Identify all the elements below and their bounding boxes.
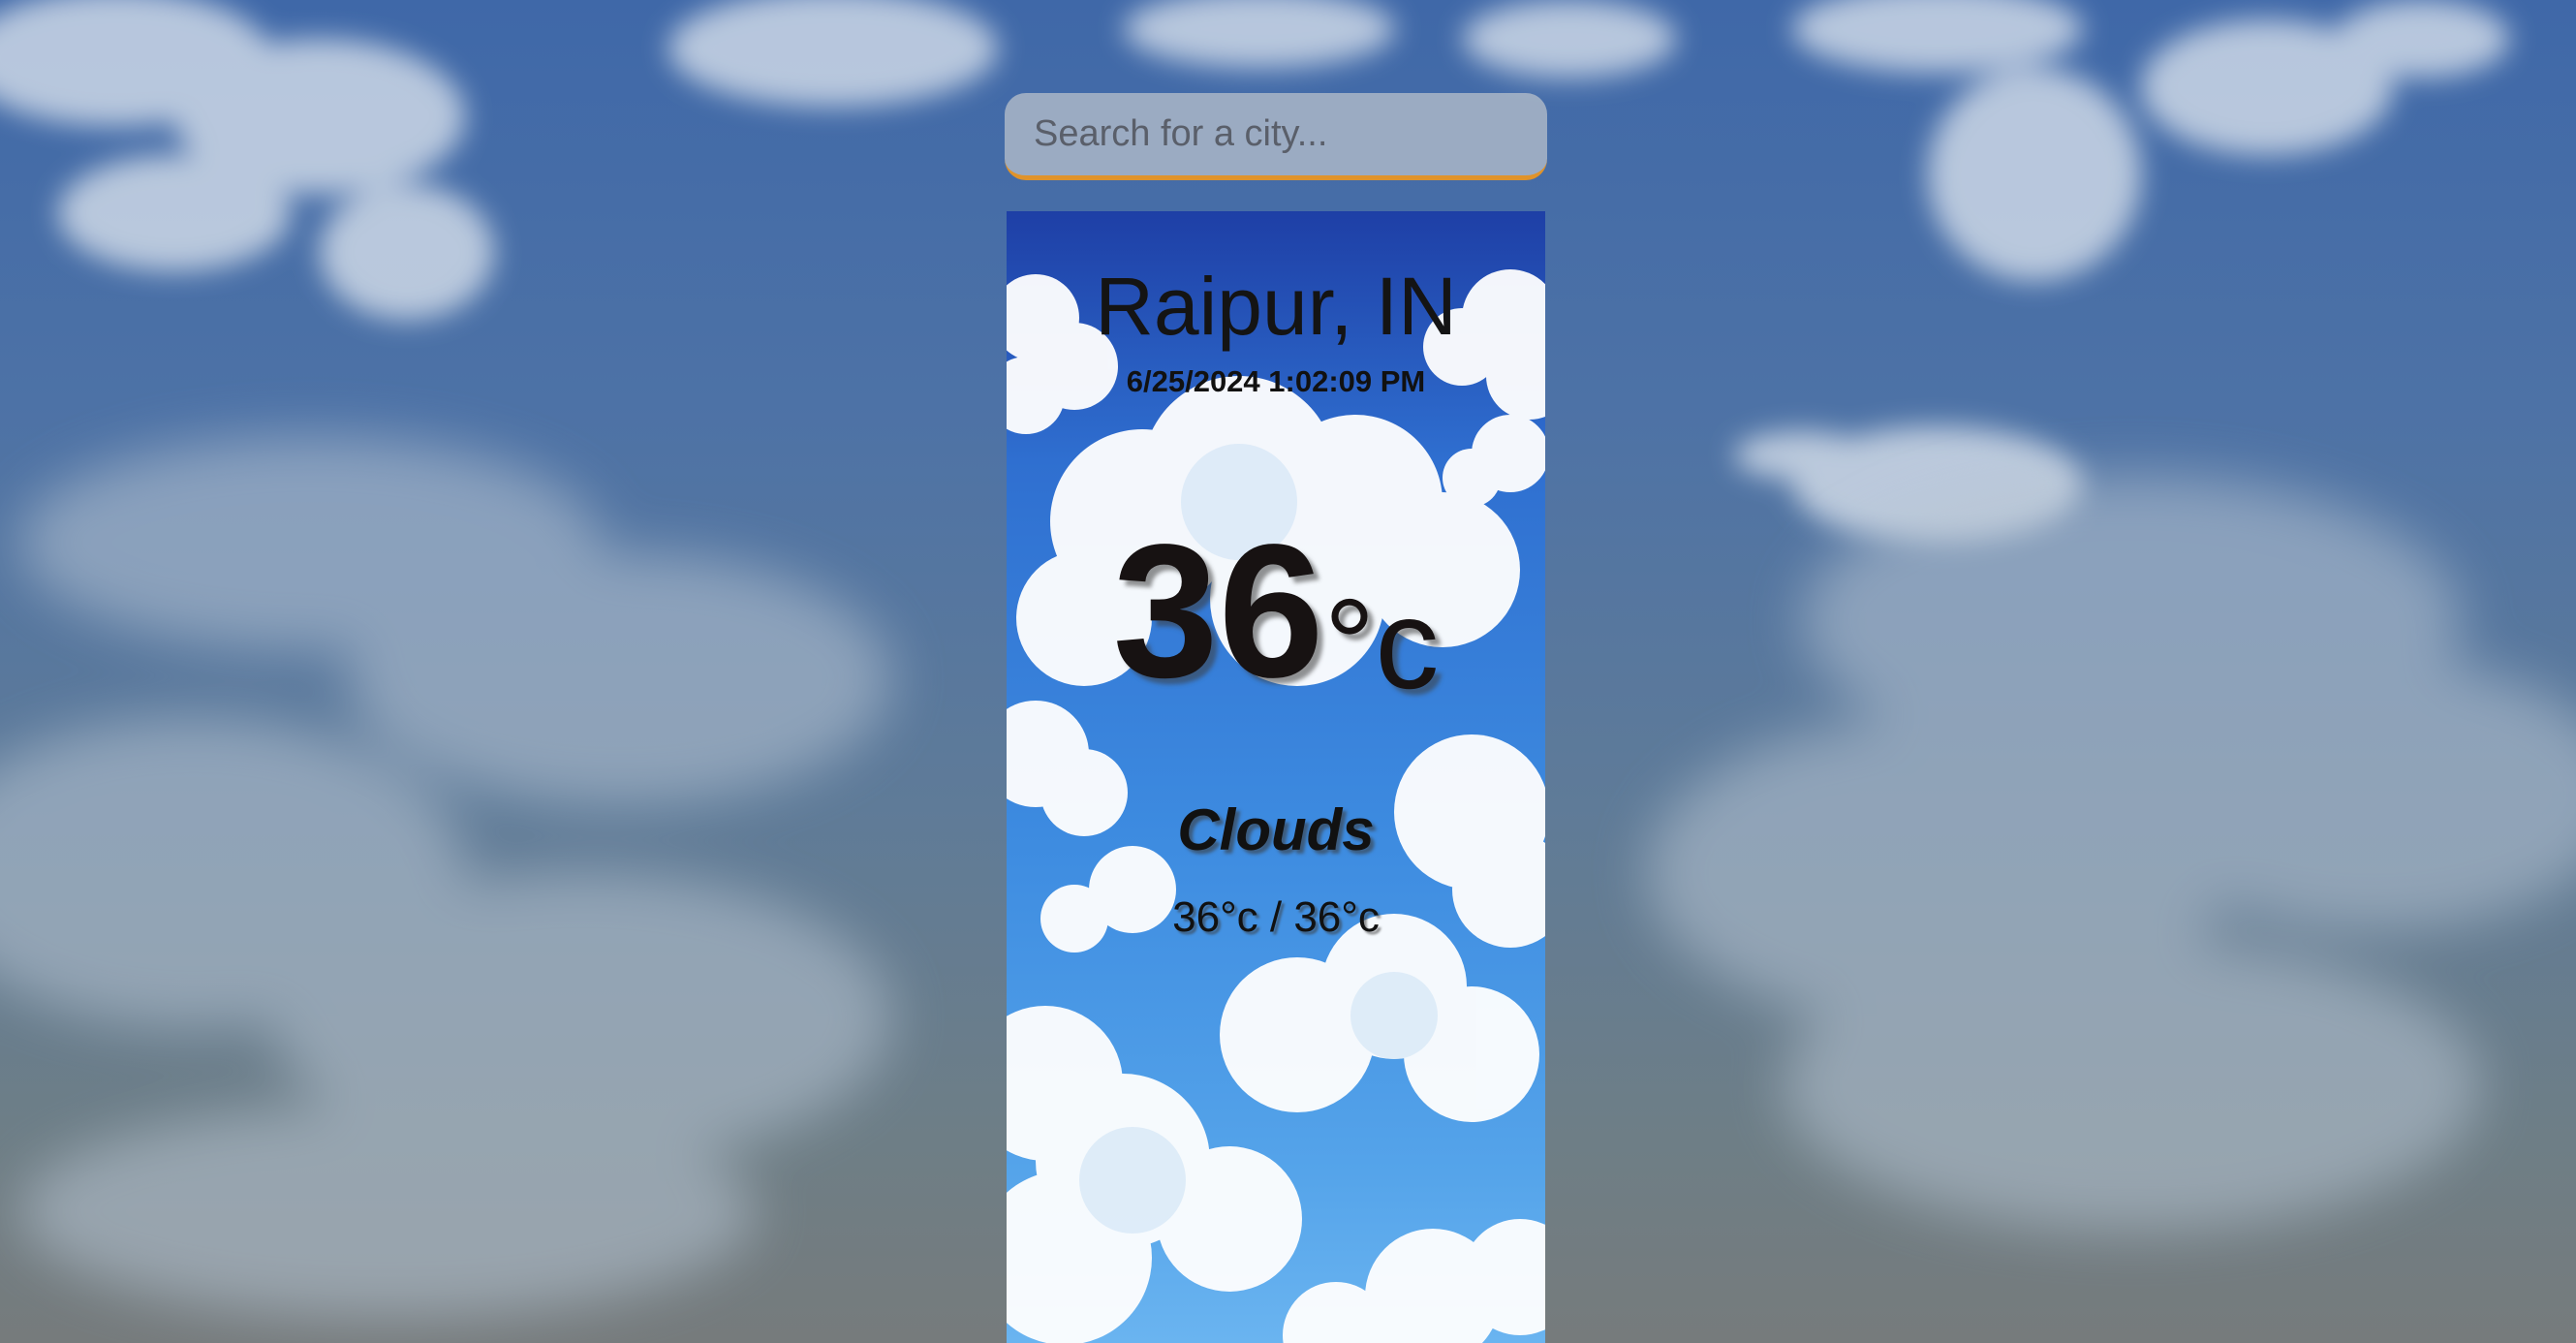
search-input[interactable]	[1005, 93, 1547, 174]
temperature-value: 36	[1112, 505, 1324, 717]
high-low-temperature: 36°c / 36°c	[1172, 893, 1380, 941]
city-name: Raipur, IN	[1095, 261, 1457, 352]
current-temperature: 36°c	[1007, 502, 1545, 720]
temperature-unit: °c	[1323, 573, 1440, 715]
weather-app: Raipur, IN 6/25/2024 1:02:09 PM 36°c Clo…	[0, 0, 2576, 1343]
date-time: 6/25/2024 1:02:09 PM	[1126, 364, 1426, 398]
weather-condition: Clouds	[1177, 797, 1375, 862]
search-bar	[1005, 93, 1547, 180]
weather-card: Raipur, IN 6/25/2024 1:02:09 PM 36°c Clo…	[1007, 211, 1545, 1343]
